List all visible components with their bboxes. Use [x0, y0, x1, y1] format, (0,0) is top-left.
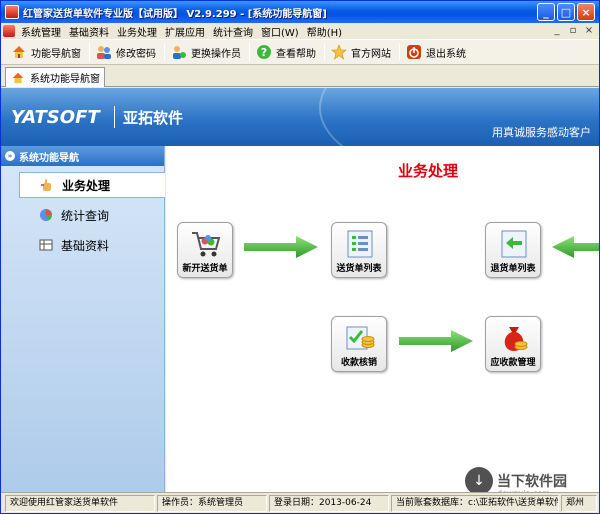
- toolbar-separator: [89, 43, 90, 61]
- toolbar-help-button[interactable]: ? 查看帮助: [252, 41, 322, 63]
- close-button[interactable]: ×: [577, 3, 595, 21]
- menu-statistics[interactable]: 统计查询: [209, 24, 257, 39]
- logo-divider: [114, 106, 115, 128]
- toolbar-label: 修改密码: [116, 48, 156, 60]
- site-watermark: ↓ 当下软件园 downxia.com: [465, 467, 567, 498]
- sidebar-item-label: 业务处理: [62, 178, 111, 193]
- exit-icon: [406, 44, 422, 60]
- home-icon: [10, 70, 26, 86]
- tab-label: 系统功能导航窗: [30, 74, 100, 85]
- status-bar: 欢迎使用红管家送货单软件 操作员：系统管理员 登录日期：2013-06-24 当…: [1, 492, 599, 513]
- menu-business[interactable]: 业务处理: [113, 24, 161, 39]
- receivables-button[interactable]: 应收款管理: [485, 316, 541, 372]
- mdi-child-icon[interactable]: [3, 25, 15, 37]
- home-icon: [11, 44, 27, 60]
- toolbar-switch-operator-button[interactable]: 更换操作员: [167, 41, 247, 63]
- button-label: 送货单列表: [336, 264, 382, 274]
- toolbar-nav-window-button[interactable]: 功能导航窗: [7, 41, 87, 63]
- toolbar-website-button[interactable]: 官方网站: [327, 41, 397, 63]
- toolbar-exit-button[interactable]: 退出系统: [402, 41, 472, 63]
- svg-text:?: ?: [261, 46, 267, 59]
- sidebar-item-label: 统计查询: [61, 208, 110, 223]
- sidebar-item-business[interactable]: 业务处理: [19, 172, 165, 198]
- menu-basic-data[interactable]: 基础资料: [65, 24, 113, 39]
- toolbar-separator: [399, 43, 400, 61]
- flow-arrow-left: [552, 236, 599, 258]
- toolbar-change-password-button[interactable]: 修改密码: [92, 41, 162, 63]
- toolbar-label: 官方网站: [351, 48, 391, 60]
- title-bar[interactable]: 红管家送货单软件专业版【试用版】 V2.9.299 - [系统功能导航窗] _ …: [1, 1, 599, 23]
- tab-nav-window[interactable]: 系统功能导航窗: [5, 67, 105, 87]
- grid-icon: [39, 238, 53, 252]
- watermark-text: 当下软件园: [497, 474, 567, 490]
- users-icon: [96, 44, 112, 60]
- new-delivery-button[interactable]: 新开送货单: [177, 222, 233, 278]
- coins-icon: [344, 323, 376, 353]
- star-icon: [331, 44, 347, 60]
- status-welcome: 欢迎使用红管家送货单软件: [5, 495, 155, 512]
- cart-icon: [190, 229, 222, 259]
- sidebar-header[interactable]: » 系统功能导航: [1, 146, 164, 166]
- pie-chart-icon: [39, 208, 53, 222]
- toolbar-separator: [324, 43, 325, 61]
- flow-arrow-right: [244, 236, 318, 258]
- money-bag-icon: [498, 323, 530, 353]
- flow-arrow-right: [399, 330, 473, 352]
- toolbar-label: 退出系统: [426, 48, 466, 60]
- maximize-button[interactable]: □: [557, 3, 575, 21]
- hand-icon: [40, 178, 54, 192]
- mdi-restore-button[interactable]: ▫: [567, 25, 579, 37]
- main-content: 业务处理 新开送货单 送货单列表 退货单列表 收款核销 应收款管理: [166, 146, 599, 492]
- sidebar-item-basic-data[interactable]: 基础资料: [19, 232, 165, 258]
- mdi-close-button[interactable]: ×: [583, 25, 595, 37]
- toolbar: 功能导航窗 修改密码 更换操作员 ? 查看帮助 官方网站 退出系统: [1, 39, 599, 65]
- download-icon: ↓: [465, 467, 493, 495]
- status-operator: 操作员：系统管理员: [157, 495, 267, 512]
- window-title: 红管家送货单软件专业版【试用版】 V2.9.299 - [系统功能导航窗]: [23, 8, 327, 20]
- status-database: 当前账套数据库：c:\亚拓软件\送货单软件: [391, 495, 559, 512]
- return-icon: [498, 229, 530, 259]
- nav-sidebar: » 系统功能导航 业务处理 统计查询 基础资料: [1, 146, 165, 492]
- toolbar-separator: [164, 43, 165, 61]
- menu-window[interactable]: 窗口(W): [257, 24, 303, 39]
- mdi-minimize-button[interactable]: _: [551, 25, 563, 37]
- mdi-controls: _ ▫ ×: [551, 25, 595, 37]
- app-window: 红管家送货单软件专业版【试用版】 V2.9.299 - [系统功能导航窗] _ …: [0, 0, 600, 514]
- menu-help[interactable]: 帮助(H): [303, 24, 346, 39]
- menu-system[interactable]: 系统管理: [17, 24, 65, 39]
- window-controls: _ □ ×: [537, 3, 595, 21]
- menu-bar: 系统管理 基础资料 业务处理 扩展应用 统计查询 窗口(W) 帮助(H) _ ▫…: [1, 23, 599, 39]
- sidebar-item-statistics[interactable]: 统计查询: [19, 202, 165, 228]
- toolbar-label: 功能导航窗: [31, 48, 81, 60]
- app-icon: [5, 5, 19, 19]
- toolbar-label: 查看帮助: [276, 48, 316, 60]
- payment-writeoff-button[interactable]: 收款核销: [331, 316, 387, 372]
- brand-slogan: 用真诚服务感动客户: [492, 126, 591, 139]
- section-title: 业务处理: [398, 162, 459, 180]
- button-label: 应收款管理: [490, 358, 536, 368]
- switch-user-icon: [171, 44, 187, 60]
- status-login-date: 登录日期：2013-06-24: [269, 495, 389, 512]
- button-label: 新开送货单: [182, 264, 228, 274]
- status-extra: 郑州: [561, 495, 597, 512]
- menu-extensions[interactable]: 扩展应用: [161, 24, 209, 39]
- toolbar-label: 更换操作员: [191, 48, 241, 60]
- button-label: 退货单列表: [490, 264, 536, 274]
- help-icon: ?: [256, 44, 272, 60]
- minimize-button[interactable]: _: [537, 3, 555, 21]
- chevron-double-icon: »: [5, 151, 15, 161]
- sidebar-item-label: 基础资料: [61, 238, 110, 253]
- document-tabs: 系统功能导航窗: [1, 65, 599, 87]
- delivery-list-button[interactable]: 送货单列表: [331, 222, 387, 278]
- sidebar-header-label: 系统功能导航: [19, 152, 79, 164]
- toolbar-separator: [249, 43, 250, 61]
- list-icon: [344, 229, 376, 259]
- brand-logo: YATSOFT: [11, 107, 100, 128]
- brand-banner: YATSOFT 亚拓软件 用真诚服务感动客户: [1, 88, 599, 146]
- button-label: 收款核销: [340, 358, 377, 368]
- return-list-button[interactable]: 退货单列表: [485, 222, 541, 278]
- brand-name: 亚拓软件: [123, 109, 184, 127]
